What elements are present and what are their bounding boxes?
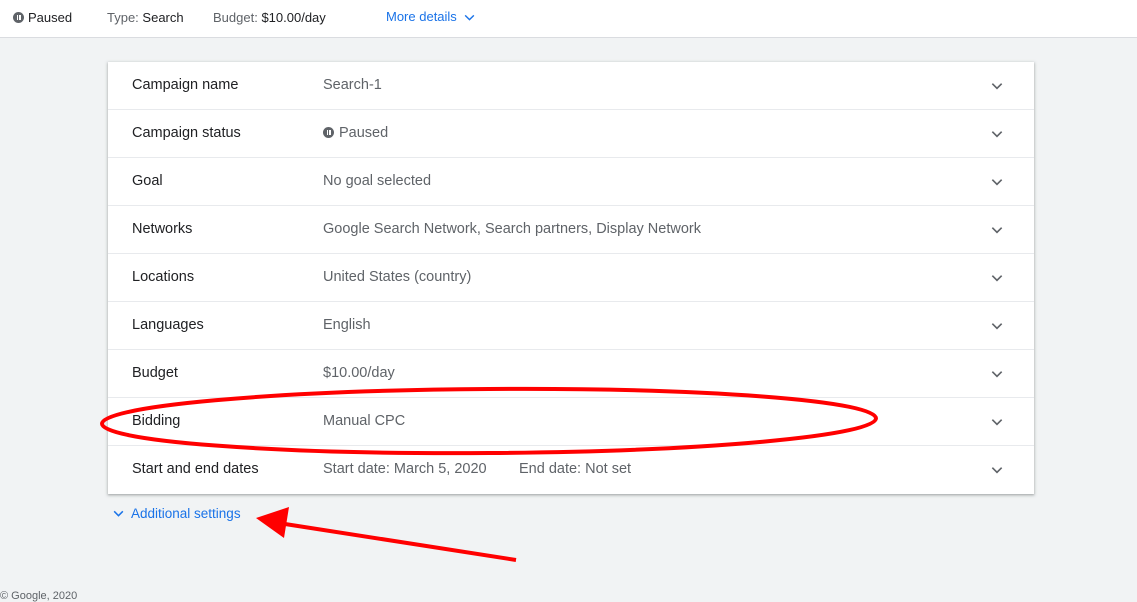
chevron-down-icon[interactable] <box>990 367 1004 381</box>
annotation-arrow-line <box>284 522 517 562</box>
chevron-down-icon <box>464 14 475 21</box>
chevron-down-icon <box>113 510 124 517</box>
annotation-arrow-head <box>256 507 289 538</box>
summary-status: Paused <box>28 10 73 25</box>
setting-row-locations[interactable]: Locations United States (country) <box>108 254 1034 302</box>
chevron-down-icon[interactable] <box>990 79 1004 93</box>
chevron-down-icon[interactable] <box>990 415 1004 429</box>
chevron-down-icon[interactable] <box>990 127 1004 141</box>
setting-label: Campaign status <box>132 125 241 141</box>
additional-settings-label: Additional settings <box>131 506 241 521</box>
chevron-down-icon[interactable] <box>990 319 1004 333</box>
chevron-down-icon[interactable] <box>990 175 1004 189</box>
setting-value: Manual CPC <box>323 413 406 429</box>
setting-label: Networks <box>132 221 193 237</box>
chevron-down-icon[interactable] <box>990 223 1004 237</box>
summary-type-value: Search <box>142 10 184 25</box>
chevron-down-icon[interactable] <box>990 271 1004 285</box>
setting-label: Languages <box>132 317 204 333</box>
setting-row-start-end-dates[interactable]: Start and end dates Start date: March 5,… <box>108 446 1034 494</box>
setting-row-goal[interactable]: Goal No goal selected <box>108 158 1034 206</box>
setting-label: Start and end dates <box>132 461 259 477</box>
summary-budget-value: $10.00/day <box>261 10 326 25</box>
setting-row-campaign-status[interactable]: Campaign status Paused <box>108 110 1034 158</box>
more-details-label: More details <box>386 9 457 24</box>
summary-type: Type: Search <box>107 10 184 25</box>
setting-value-start-date: Start date: March 5, 2020 <box>323 461 487 477</box>
setting-label: Campaign name <box>132 77 239 93</box>
setting-value: English <box>323 317 371 333</box>
setting-value: Search-1 <box>323 77 382 93</box>
setting-value: $10.00/day <box>323 365 395 381</box>
setting-label: Budget <box>132 365 178 381</box>
setting-row-languages[interactable]: Languages English <box>108 302 1034 350</box>
setting-value: United States (country) <box>323 269 472 285</box>
setting-row-campaign-name[interactable]: Campaign name Search-1 <box>108 62 1034 110</box>
footer-copyright: © Google, 2020 <box>0 590 78 602</box>
setting-value-end-date: End date: Not set <box>519 461 632 477</box>
summary-budget-label: Budget: <box>213 10 258 25</box>
setting-row-bidding[interactable]: Bidding Manual CPC <box>108 398 1034 446</box>
setting-value: No goal selected <box>323 173 432 189</box>
setting-row-budget[interactable]: Budget $10.00/day <box>108 350 1034 398</box>
setting-label: Locations <box>132 269 195 285</box>
setting-value: Google Search Network, Search partners, … <box>323 221 701 237</box>
setting-label: Bidding <box>132 413 181 429</box>
pause-icon <box>323 127 334 138</box>
setting-row-networks[interactable]: Networks Google Search Network, Search p… <box>108 206 1034 254</box>
additional-settings-toggle[interactable]: Additional settings <box>112 506 241 521</box>
more-details-link[interactable]: More details <box>386 9 476 24</box>
pause-icon <box>13 12 24 23</box>
campaign-settings-panel: Campaign name Search-1 Campaign status P… <box>108 62 1034 494</box>
setting-label: Goal <box>132 173 163 189</box>
summary-type-label: Type: <box>107 10 139 25</box>
summary-budget: Budget: $10.00/day <box>213 10 326 25</box>
chevron-down-icon[interactable] <box>990 463 1004 477</box>
setting-value: Paused <box>339 125 389 141</box>
campaign-summary-bar: Paused Type: Search Budget: $10.00/day M… <box>0 0 1137 38</box>
setting-value-status: Paused <box>323 125 388 141</box>
